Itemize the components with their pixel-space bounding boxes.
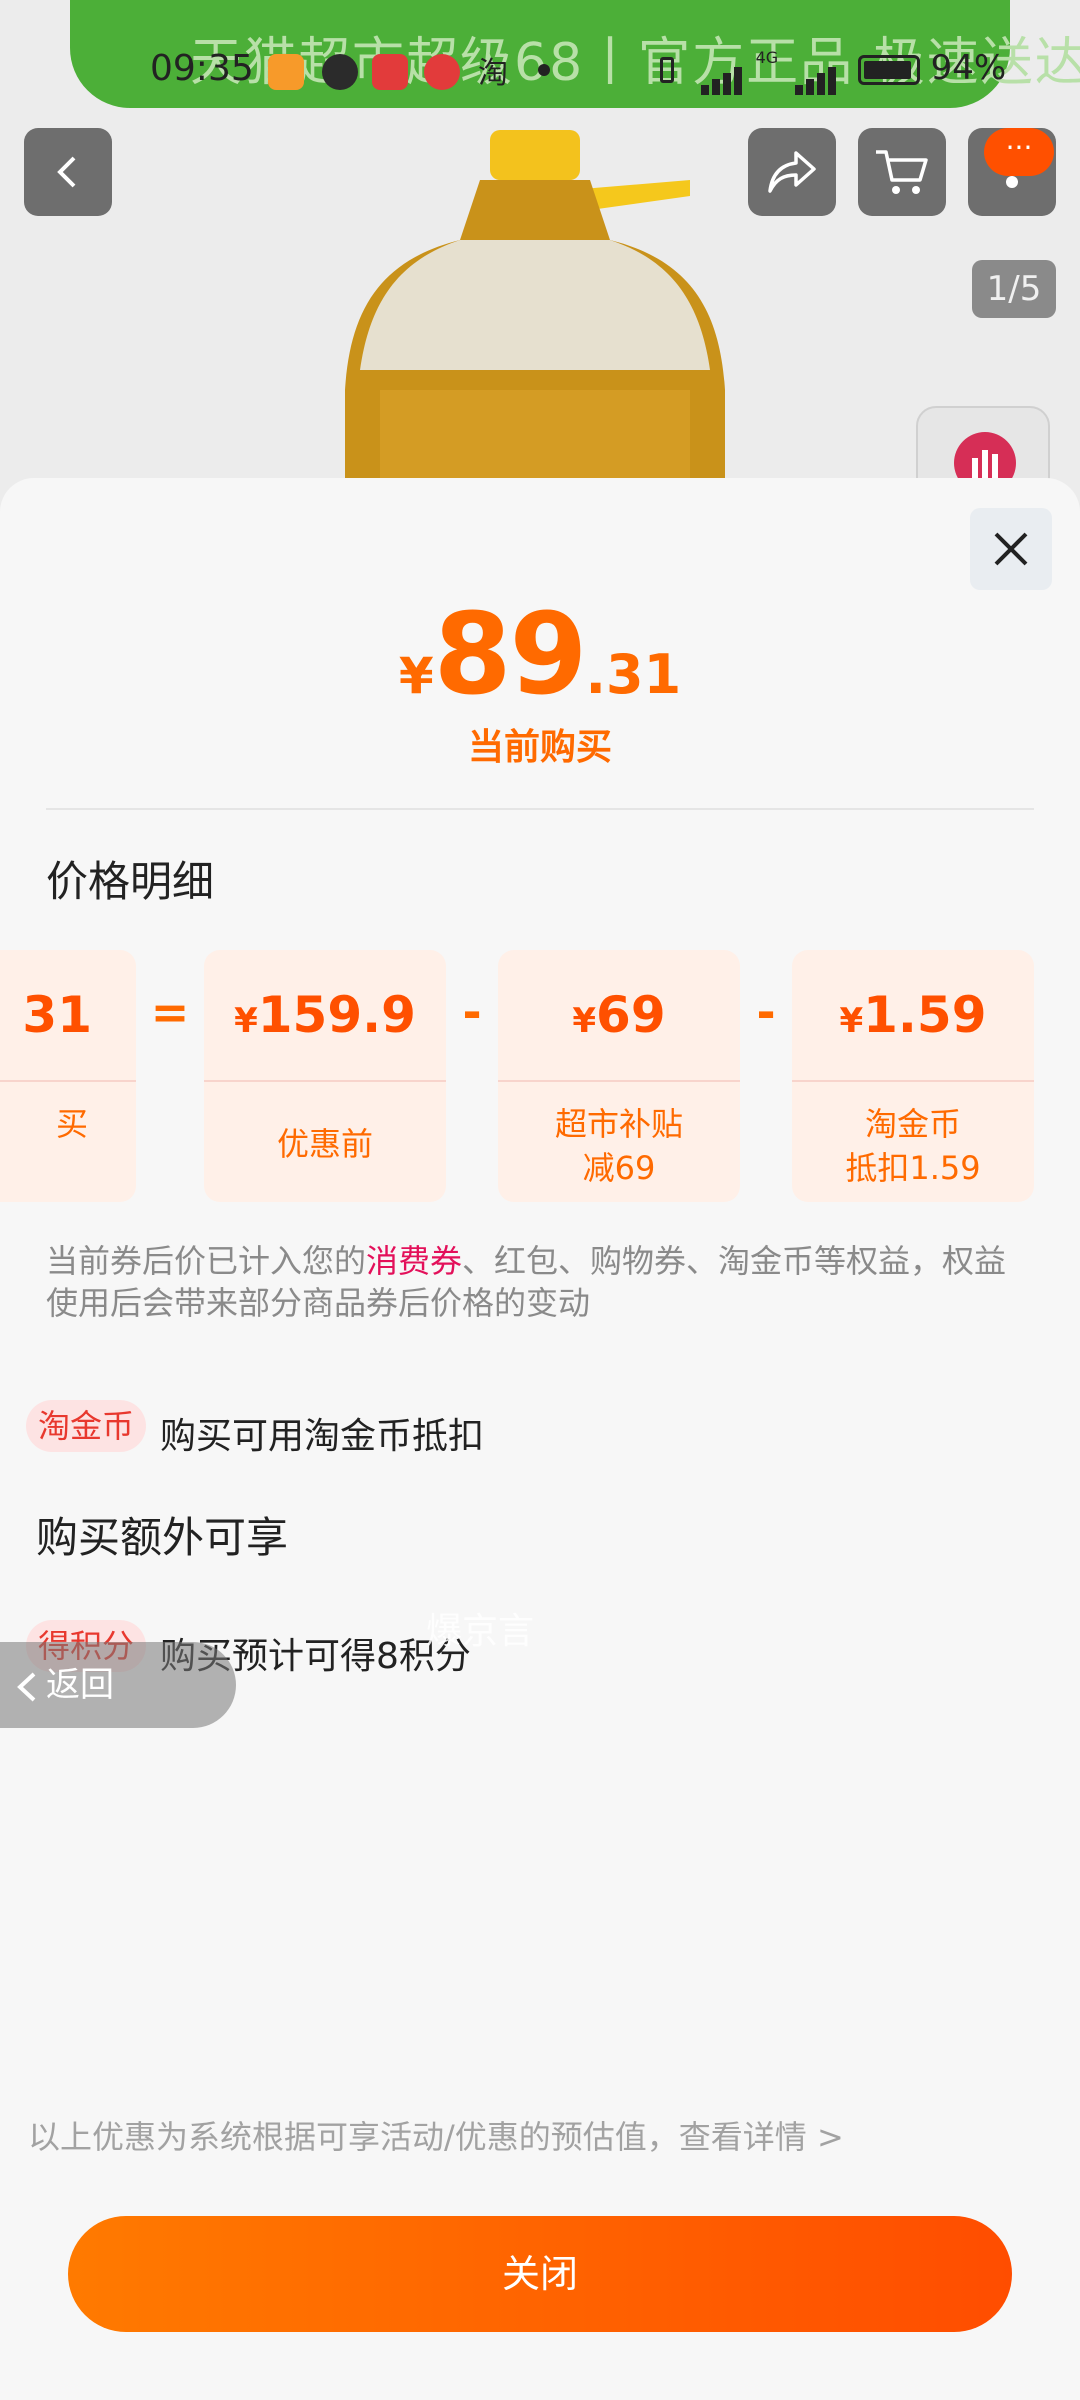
- back-button[interactable]: [24, 128, 112, 216]
- equals-operator: =: [150, 985, 190, 1039]
- more-badge[interactable]: ···: [984, 128, 1054, 176]
- signal-icon-2: [795, 55, 839, 95]
- formula-card-original: ¥159.9 优惠前: [204, 950, 446, 1202]
- formula-card-current: 31 买: [0, 950, 136, 1202]
- chevron-left-icon: [17, 1672, 36, 1701]
- wechat-icon: [322, 54, 358, 90]
- battery-icon: [857, 54, 920, 85]
- formula-card-subsidy: ¥69 超市补贴 减69: [498, 950, 740, 1202]
- formula-card-label: 买: [55, 1105, 88, 1143]
- toutiao-icon: [372, 54, 408, 90]
- taobao-coin-text: 购买可用淘金币抵扣: [160, 1415, 485, 1457]
- vibrate-icon: [660, 56, 674, 83]
- video-app-icon: [268, 54, 304, 90]
- taobao-coin-row: 淘金币 购买可用淘金币抵扣: [26, 1400, 484, 1459]
- taobao-notification-icon: 淘: [478, 56, 508, 91]
- price-detail-title: 价格明细: [46, 857, 215, 906]
- extra-benefits-title: 购买额外可享: [36, 1513, 289, 1562]
- back-label: 返回: [46, 1665, 114, 1705]
- price-currency: ¥: [398, 647, 434, 705]
- close-icon: [994, 532, 1028, 566]
- formula-card-label: 淘金币 抵扣1.59: [845, 1105, 981, 1187]
- cart-button[interactable]: [858, 128, 946, 216]
- image-page-indicator: 1/5: [972, 260, 1056, 318]
- price-detail-sheet: ¥89.31 当前购买 价格明细 31 买 = ¥159.9 优惠前 - ¥69…: [0, 478, 1080, 2400]
- more-notifications-dot: [538, 64, 550, 76]
- close-button[interactable]: 关闭: [68, 2216, 1012, 2332]
- price-note: 当前券后价已计入您的消费券、红包、购物券、淘金币等权益，权益使用后会带来部分商品…: [46, 1242, 1007, 1322]
- taobao-coin-tag: 淘金币: [26, 1400, 147, 1452]
- formula-card-value: ¥69: [572, 986, 666, 1044]
- network-label: 4G: [755, 48, 779, 67]
- current-price: ¥89.31: [0, 590, 1080, 720]
- status-bar: 09:35 淘 4G 94%: [0, 48, 1080, 98]
- price-decimal: .31: [585, 643, 682, 706]
- battery-percent: 94%: [930, 48, 1007, 88]
- formula-card-label: 超市补贴 减69: [554, 1105, 683, 1187]
- minus-operator: -: [756, 985, 776, 1039]
- signal-icon: [700, 55, 745, 95]
- formula-card-value: ¥159.9: [234, 986, 416, 1044]
- status-right: 4G 94%: [660, 48, 1007, 95]
- product-image: [345, 130, 725, 520]
- formula-card-value: 31: [22, 986, 92, 1044]
- cart-icon: [876, 150, 928, 194]
- price-integer: 89: [433, 590, 588, 720]
- consumer-coupon-link[interactable]: 消费券: [366, 1242, 462, 1280]
- divider: [46, 808, 1034, 810]
- news-app-icon: [424, 54, 460, 90]
- status-time: 09:35: [150, 48, 254, 89]
- formula-card-value: ¥1.59: [839, 986, 987, 1044]
- estimate-footnote-link[interactable]: 以上优惠为系统根据可享活动/优惠的预估值，查看详情 >: [28, 2112, 844, 2158]
- formula-card-coins: ¥1.59 淘金币 抵扣1.59: [792, 950, 1034, 1202]
- price-caption: 当前购买: [467, 727, 612, 768]
- share-button[interactable]: [748, 128, 836, 216]
- close-sheet-button[interactable]: [970, 508, 1052, 590]
- chevron-left-icon: [57, 156, 76, 188]
- product-page-background: 天猫超市超级68丨官方正品 极速送达 09:35 淘 4G 94% ··· 1/…: [0, 0, 1080, 520]
- share-icon: [768, 151, 816, 193]
- floating-back-button[interactable]: 返回: [0, 1642, 236, 1728]
- minus-operator: -: [462, 985, 482, 1039]
- formula-card-label: 优惠前: [276, 1125, 373, 1163]
- watermark: 爆京言: [426, 1611, 535, 1652]
